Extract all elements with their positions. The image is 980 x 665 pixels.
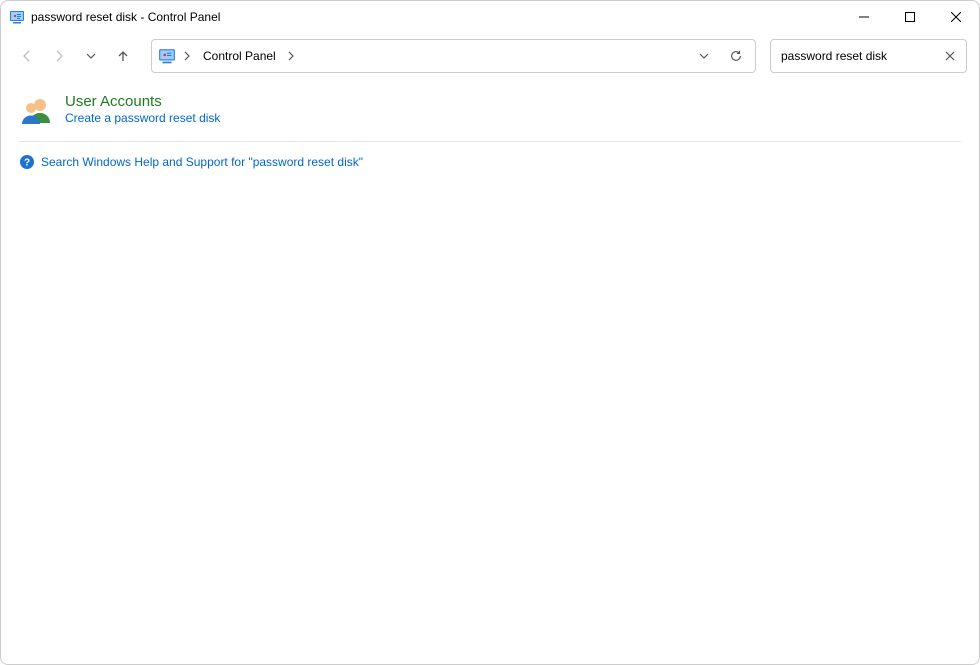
- forward-button[interactable]: [45, 42, 73, 70]
- address-history-dropdown[interactable]: [689, 41, 719, 71]
- address-bar[interactable]: Control Panel: [151, 39, 756, 73]
- breadcrumb-control-panel[interactable]: Control Panel: [199, 40, 280, 72]
- search-help-link[interactable]: Search Windows Help and Support for "pas…: [41, 155, 363, 169]
- minimize-button[interactable]: [841, 2, 887, 32]
- back-button[interactable]: [13, 42, 41, 70]
- help-search-row: ? Search Windows Help and Support for "p…: [19, 154, 961, 170]
- content-area: User Accounts Create a password reset di…: [1, 79, 979, 664]
- up-button[interactable]: [109, 42, 137, 70]
- svg-text:?: ?: [24, 158, 30, 169]
- navigation-row: Control Panel: [1, 33, 979, 79]
- category-user-accounts-link[interactable]: User Accounts: [65, 93, 220, 110]
- window-title: password reset disk - Control Panel: [31, 10, 220, 24]
- recent-locations-dropdown[interactable]: [77, 42, 105, 70]
- help-icon: ?: [19, 154, 35, 170]
- search-box[interactable]: [770, 39, 967, 73]
- control-panel-icon: [9, 9, 25, 25]
- control-panel-icon: [158, 47, 176, 65]
- breadcrumb-root-chevron-icon[interactable]: [178, 40, 197, 72]
- close-button[interactable]: [933, 2, 979, 32]
- breadcrumb-chevron-icon[interactable]: [282, 40, 301, 72]
- user-accounts-icon: [19, 93, 53, 127]
- maximize-button[interactable]: [887, 2, 933, 32]
- task-create-password-reset-disk-link[interactable]: Create a password reset disk: [65, 111, 220, 125]
- result-category-block: User Accounts Create a password reset di…: [19, 93, 961, 142]
- search-input[interactable]: [779, 48, 938, 64]
- title-bar: password reset disk - Control Panel: [1, 1, 979, 33]
- clear-search-button[interactable]: [938, 44, 962, 68]
- refresh-button[interactable]: [721, 41, 751, 71]
- control-panel-window: password reset disk - Control Panel: [0, 0, 980, 665]
